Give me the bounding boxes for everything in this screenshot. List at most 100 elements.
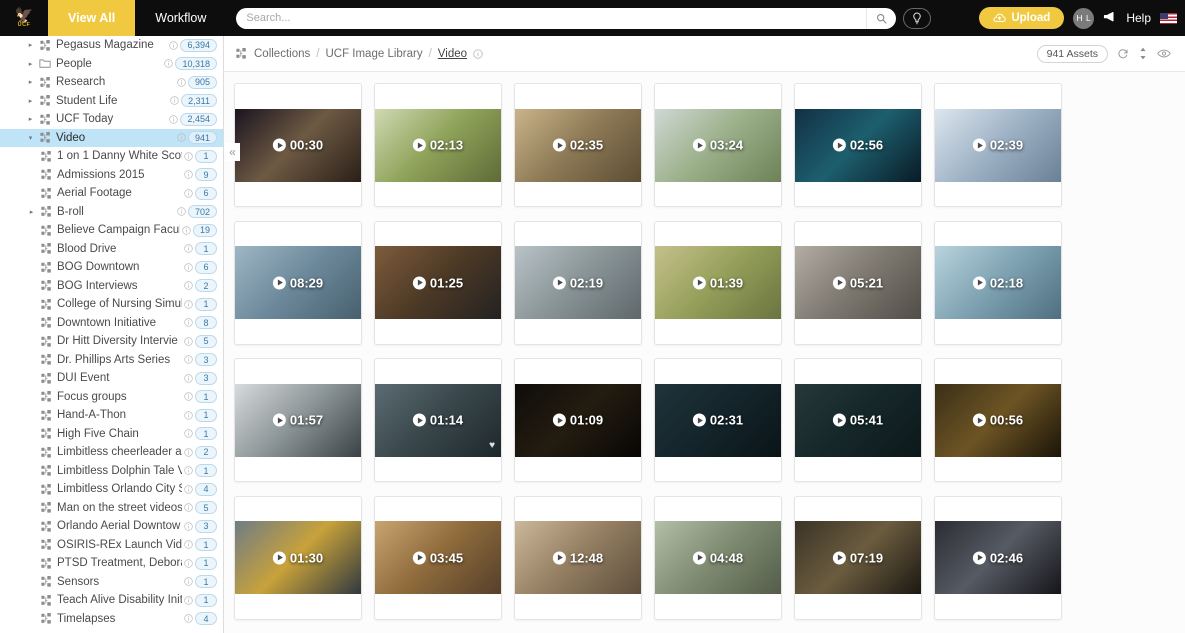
asset-card[interactable]: 02:39 [934,83,1062,207]
asset-card[interactable]: 05:41 [794,358,922,482]
asset-card[interactable]: 02:18 [934,220,1062,345]
sidebar-item-limbitless-cheerleader-ar[interactable]: Limbitless cheerleader ar 2 [0,443,223,462]
play-icon[interactable] [692,413,706,427]
sidebar-item-1-on-1-danny-white-scot[interactable]: 1 on 1 Danny White Scot 1 [0,147,223,166]
info-icon[interactable] [175,78,188,87]
asset-thumbnail[interactable]: 05:41 [795,383,921,457]
info-icon[interactable] [167,41,180,50]
sidebar-item-orlando-aerial-downtow[interactable]: Orlando Aerial Downtow 3 [0,517,223,536]
asset-thumbnail[interactable]: 00:56 [935,383,1061,457]
asset-thumbnail[interactable]: 12:48 [515,521,641,594]
info-icon[interactable] [182,577,195,586]
asset-thumbnail[interactable]: 02:56 [795,108,921,182]
sidebar-item-admissions-2015[interactable]: Admissions 2015 9 [0,166,223,185]
sidebar-item-high-five-chain[interactable]: High Five Chain 1 [0,425,223,444]
play-icon[interactable] [832,413,846,427]
asset-thumbnail[interactable]: 05:21 [795,246,921,319]
pin-icon[interactable] [903,7,932,29]
info-icon[interactable] [182,540,195,549]
chevron-down-icon[interactable]: ▾ [24,134,37,142]
info-icon[interactable] [162,59,175,68]
sidebar-item-focus-groups[interactable]: Focus groups 1 [0,388,223,407]
asset-card[interactable]: 01:57 [234,358,362,482]
help-link[interactable]: Help [1126,11,1151,25]
search-field[interactable] [236,7,897,29]
asset-thumbnail[interactable]: 07:19 [795,521,921,594]
asset-card[interactable]: 01:09 [514,358,642,482]
sidebar-item-downtown-initiative[interactable]: Downtown Initiative 8 [0,314,223,333]
info-icon[interactable] [167,115,180,124]
asset-card[interactable]: 04:48 [654,495,782,620]
sidebar-item-osiris-rex-launch-vide[interactable]: OSIRIS-REx Launch Vide 1 [0,536,223,555]
chevron-right-icon[interactable]: ▸ [24,97,37,105]
info-icon[interactable] [180,226,193,235]
play-icon[interactable] [412,276,426,289]
breadcrumb-collections[interactable]: Collections [254,48,310,60]
asset-thumbnail[interactable]: 08:29 [235,246,361,319]
info-icon[interactable] [175,133,188,142]
play-icon[interactable] [272,413,286,427]
info-icon[interactable] [182,318,195,327]
play-icon[interactable] [972,413,986,427]
sidebar-item-blood-drive[interactable]: Blood Drive 1 [0,240,223,259]
chevron-right-icon[interactable]: ▸ [24,78,37,86]
play-icon[interactable] [412,551,426,564]
search-icon[interactable] [866,7,896,29]
asset-thumbnail[interactable]: 02:31 [655,383,781,457]
play-icon[interactable] [272,138,286,152]
asset-thumbnail[interactable]: 02:19 [515,246,641,319]
sidebar-item-ucf-today[interactable]: ▸ UCF Today 2,454 [0,110,223,129]
avatar[interactable]: H L [1073,7,1095,29]
play-icon[interactable] [692,276,706,289]
sidebar-item-research[interactable]: ▸ Research 905 [0,73,223,92]
asset-thumbnail[interactable]: 01:09 [515,383,641,457]
asset-card[interactable]: 01:30 [234,495,362,620]
asset-thumbnail[interactable]: 02:39 [935,108,1061,182]
play-icon[interactable] [832,138,846,152]
sidebar-item-sensors[interactable]: Sensors 1 [0,573,223,592]
info-icon[interactable] [175,207,188,216]
sidebar-item-hand-a-thon[interactable]: Hand-A-Thon 1 [0,406,223,425]
asset-card[interactable]: 01:25 [374,220,502,345]
info-icon[interactable] [182,485,195,494]
info-icon[interactable] [182,263,195,272]
tab-view-all[interactable]: View All [48,0,136,36]
play-icon[interactable] [272,276,286,289]
play-icon[interactable] [552,551,566,564]
play-icon[interactable] [692,551,706,564]
play-icon[interactable] [692,138,706,152]
sidebar-item-dui-event[interactable]: DUI Event 3 [0,369,223,388]
asset-thumbnail[interactable]: 04:48 [655,521,781,594]
sidebar-item-people[interactable]: ▸ People 10,318 [0,55,223,74]
collections-sidebar[interactable]: ▸ Pegasus Magazine 6,394 ▸ People 10,318 ▸… [0,36,224,633]
sidebar-item-ptsd-treatment-debora[interactable]: PTSD Treatment, Debora 1 [0,554,223,573]
play-icon[interactable] [552,138,566,152]
asset-thumbnail[interactable]: 02:35 [515,108,641,182]
play-icon[interactable] [832,551,846,564]
info-icon[interactable] [182,614,195,623]
asset-card[interactable]: 08:29 [234,220,362,345]
asset-card[interactable]: 02:13 [374,83,502,207]
sidebar-item-dr-phillips-arts-series[interactable]: Dr. Phillips Arts Series 3 [0,351,223,370]
asset-card[interactable]: 03:45 [374,495,502,620]
play-icon[interactable] [272,551,286,564]
play-icon[interactable] [552,413,566,427]
info-icon[interactable] [182,244,195,253]
asset-thumbnail[interactable]: 01:25 [375,246,501,319]
asset-thumbnail[interactable]: 01:30 [235,521,361,594]
asset-thumbnail[interactable]: 02:46 [935,521,1061,594]
breadcrumb-ucf-image-library[interactable]: UCF Image Library [325,48,422,60]
info-icon[interactable] [182,374,195,383]
visibility-icon[interactable] [1157,48,1171,59]
sidebar-item-aerial-footage[interactable]: Aerial Footage 6 [0,184,223,203]
asset-card[interactable]: 00:56 [934,358,1062,482]
sidebar-item-believe-campaign-facul[interactable]: Believe Campaign Facul 19 [0,221,223,240]
favorite-icon[interactable]: ♥ [489,440,495,451]
chevron-right-icon[interactable]: ▸ [24,41,37,49]
page-scrollbar[interactable] [1179,36,1185,633]
asset-count-badge[interactable]: 941 Assets [1036,44,1108,63]
asset-card[interactable]: 02:19 [514,220,642,345]
sidebar-item-dr-hitt-diversity-intervie[interactable]: Dr Hitt Diversity Intervie 5 [0,332,223,351]
sidebar-item-man-on-the-street-videos[interactable]: Man on the street videos 5 [0,499,223,518]
info-icon[interactable] [182,189,195,198]
